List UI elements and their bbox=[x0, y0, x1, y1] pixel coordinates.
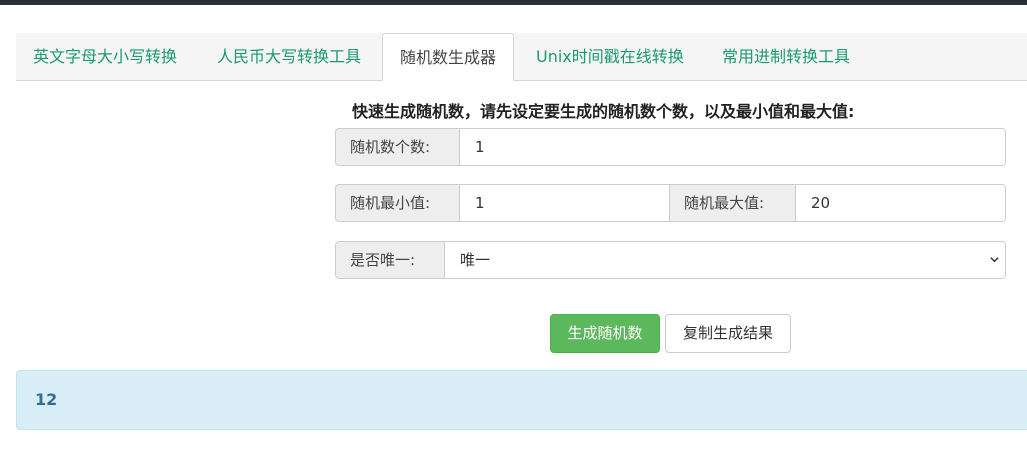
min-label: 随机最小值: bbox=[335, 184, 460, 222]
generate-button[interactable]: 生成随机数 bbox=[550, 314, 660, 353]
chevron-down-icon bbox=[990, 257, 999, 263]
result-value: 12 bbox=[35, 390, 58, 409]
tab-rmb-uppercase[interactable]: 人民币大写转换工具 bbox=[200, 33, 378, 80]
tab-unix-timestamp[interactable]: Unix时间戳在线转换 bbox=[519, 33, 701, 80]
unique-selected-value: 唯一 bbox=[460, 251, 491, 269]
tab-case-converter[interactable]: 英文字母大小写转换 bbox=[16, 33, 194, 80]
unique-select[interactable]: 唯一 bbox=[445, 241, 1006, 279]
min-input[interactable]: 1 bbox=[460, 184, 670, 222]
max-label: 随机最大值: bbox=[670, 184, 796, 222]
range-row: 随机最小值: 1 随机最大值: 20 bbox=[335, 184, 1006, 222]
count-label: 随机数个数: bbox=[335, 128, 460, 166]
unique-row: 是否唯一: 唯一 bbox=[335, 241, 1006, 279]
result-panel: 12 bbox=[16, 370, 1027, 430]
form-heading: 快速生成随机数，请先设定要生成的随机数个数，以及最小值和最大值: bbox=[352, 102, 855, 121]
max-input[interactable]: 20 bbox=[796, 184, 1006, 222]
tab-base-converter[interactable]: 常用进制转换工具 bbox=[705, 33, 867, 80]
tool-tabs: 英文字母大小写转换 人民币大写转换工具 随机数生成器 Unix时间戳在线转换 常… bbox=[16, 33, 1027, 81]
top-bar bbox=[0, 0, 1027, 5]
unique-label: 是否唯一: bbox=[335, 241, 445, 279]
tab-random-number[interactable]: 随机数生成器 bbox=[382, 33, 515, 81]
count-input[interactable]: 1 bbox=[460, 128, 1006, 166]
copy-result-button[interactable]: 复制生成结果 bbox=[665, 314, 791, 353]
count-row: 随机数个数: 1 bbox=[335, 128, 1006, 166]
